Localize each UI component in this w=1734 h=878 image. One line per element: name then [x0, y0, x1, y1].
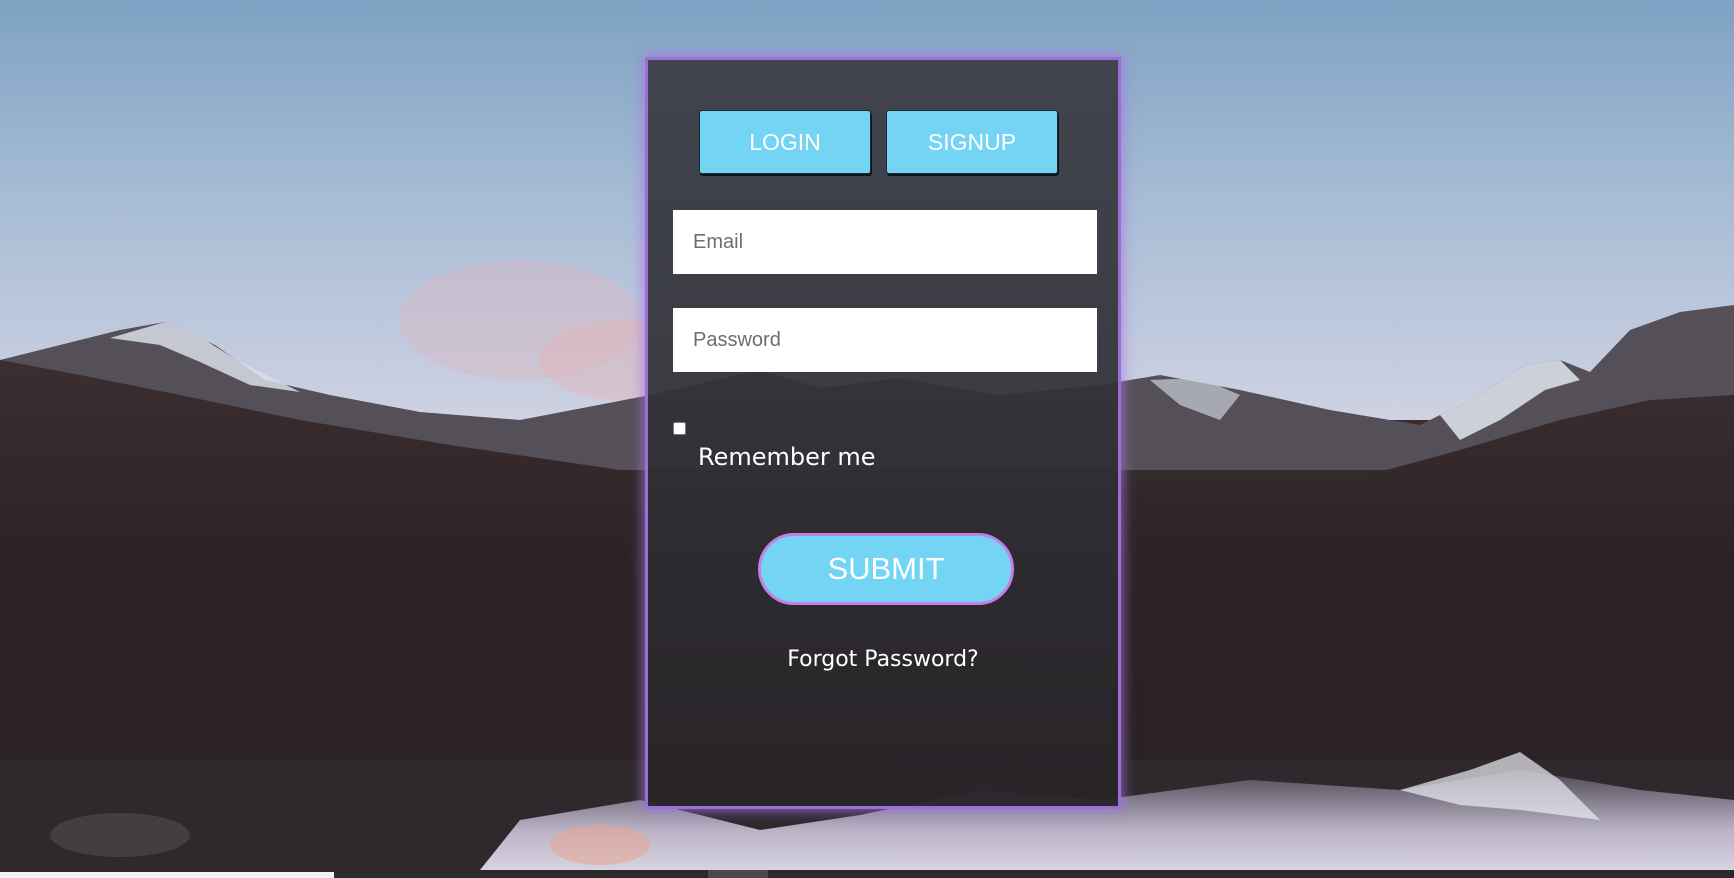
- email-field[interactable]: [673, 210, 1097, 274]
- bottom-edge-bar: [0, 870, 1734, 878]
- signup-tab-button[interactable]: SIGNUP: [886, 110, 1058, 174]
- login-tab-button[interactable]: LOGIN: [699, 110, 871, 174]
- bottom-edge-segment: [708, 870, 768, 878]
- remember-me-checkbox[interactable]: [673, 422, 686, 435]
- submit-button[interactable]: SUBMIT: [758, 533, 1014, 605]
- password-field[interactable]: [673, 308, 1097, 372]
- forgot-password-link[interactable]: Forgot Password?: [648, 646, 1118, 674]
- login-panel: LOGIN SIGNUP Remember me SUBMIT Forgot P…: [645, 57, 1121, 809]
- remember-me-label: Remember me: [698, 443, 876, 471]
- bottom-edge-segment: [0, 872, 334, 878]
